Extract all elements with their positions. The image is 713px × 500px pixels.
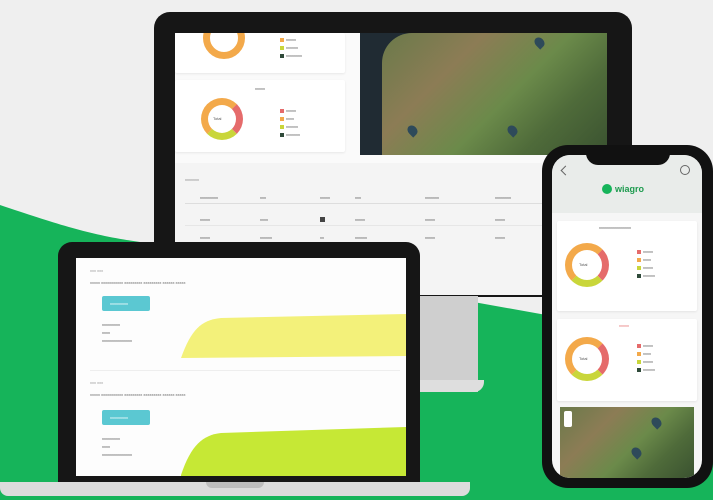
lime-area-chart [181, 427, 406, 476]
chart-card: xxxxxxxxxxxxxxxx Total xxxxx xxxx xxxxx … [557, 221, 697, 311]
logo-icon [602, 184, 612, 194]
donut-label: Total [579, 356, 588, 361]
donut-chart [203, 33, 245, 59]
zoom-control[interactable] [564, 411, 572, 427]
table-cell: xx [320, 235, 324, 240]
table-cell: xxxx [260, 217, 268, 222]
legend-item: xxxxxx [643, 273, 655, 278]
legend-item: xxxx [643, 257, 651, 262]
legend-item: xxxxxxx [286, 132, 300, 137]
legend-item: xxxxxx [286, 124, 298, 129]
divider [90, 370, 400, 371]
legend-item: xxxxx [643, 359, 653, 364]
column-header: xxxxxxx [425, 195, 439, 200]
column-header: xxxxxxxxx [200, 195, 218, 200]
column-header: xxxxx [320, 195, 330, 200]
donut-chart [201, 98, 243, 140]
table-row[interactable]: xxxxx xxxx xxxxx xxxxx xxxxx [185, 215, 545, 226]
card-title: xxxxx [619, 323, 629, 328]
back-icon[interactable] [560, 165, 571, 176]
legend-item: xxxx [643, 351, 651, 356]
app-logo: wiagro [615, 184, 645, 194]
donut-label: Total [213, 116, 222, 121]
map-view[interactable] [360, 33, 607, 155]
phone-notch [586, 151, 670, 165]
chart-card-top: xxxxx xxxxxx xxxxxxxx [175, 33, 345, 73]
table-cell: xxxxx [495, 235, 505, 240]
section-button[interactable]: xxxxxxxxx [102, 296, 150, 311]
row-label: xxxxxxxxx [102, 436, 120, 441]
legend-item: xxxxx [643, 265, 653, 270]
map-terrain [382, 33, 607, 155]
table-cell: xxxxx [495, 217, 505, 222]
legend-item: xxxxx [286, 37, 296, 42]
laptop-screen: xxx xxx xxxxx xxxxxxxxxxx xxxxxxxxx xxxx… [76, 258, 406, 476]
table-cell: xxxxx [355, 217, 365, 222]
section-title: xxx xxx [90, 268, 104, 273]
legend-item: xxxxx [643, 249, 653, 254]
table-cell: xxxxx [425, 235, 435, 240]
table-cell: xxxxx [200, 217, 210, 222]
legend-item: xxxxx [643, 343, 653, 348]
user-icon[interactable] [680, 165, 690, 175]
status-icon [320, 217, 325, 222]
table-cell: xxxxxx [355, 235, 367, 240]
phone-screen: wiagro xxxxxxxxxxxxxxxx Total xxxxx xxxx… [552, 155, 702, 478]
yellow-area-chart [181, 314, 406, 358]
table-header: xxxxxxxxx xxx xxxxx xxx xxxxxxx xxxxxxxx [185, 193, 545, 204]
legend-item: xxxxxxxx [286, 53, 302, 58]
map-view[interactable] [560, 407, 694, 478]
table-cell: xxxxxx [260, 235, 272, 240]
donut-label: Total [579, 262, 588, 267]
card-title: xxxxxxxxxxxxxxxx [599, 225, 631, 230]
row-label: xxxx [102, 330, 110, 335]
card-title: xxxxx [255, 86, 265, 91]
table-title: xxxxxxx [185, 177, 199, 182]
button-label: xxxxxxxxx [110, 415, 128, 420]
legend-item: xxxxxx [286, 45, 298, 50]
legend-item: xxxx [286, 116, 294, 121]
row-label: xxxxxxxxxxxxxxx [102, 452, 132, 457]
table-cell: xxxxx [425, 217, 435, 222]
chart-card: xxxxx Total xxxxx xxxx xxxxx xxxxxx [557, 319, 697, 401]
section-button[interactable]: xxxxxxxxx [102, 410, 150, 425]
legend-item: xxxxx [286, 108, 296, 113]
section-text: xxxxx xxxxxxxxxxx xxxxxxxxx xxxxxxxxx xx… [90, 280, 186, 285]
table-cell: xxxxx [200, 235, 210, 240]
chart-card: xxxxx Total xxxxx xxxx xxxxxx xxxxxxx [175, 80, 345, 152]
row-label: xxxx [102, 444, 110, 449]
map-pin-icon[interactable] [649, 415, 664, 430]
map-pin-icon[interactable] [629, 445, 644, 460]
button-label: xxxxxxxxx [110, 301, 128, 306]
row-label: xxxxxxxxx [102, 322, 120, 327]
column-header: xxx [355, 195, 361, 200]
legend-item: xxxxxx [643, 367, 655, 372]
section-title: xxx xxx [90, 380, 104, 385]
column-header: xxxxxxxx [495, 195, 511, 200]
laptop-notch [206, 482, 264, 488]
section-text: xxxxx xxxxxxxxxxx xxxxxxxxx xxxxxxxxx xx… [90, 392, 186, 397]
column-header: xxx [260, 195, 266, 200]
row-label: xxxxxxxxxxxxxxx [102, 338, 132, 343]
